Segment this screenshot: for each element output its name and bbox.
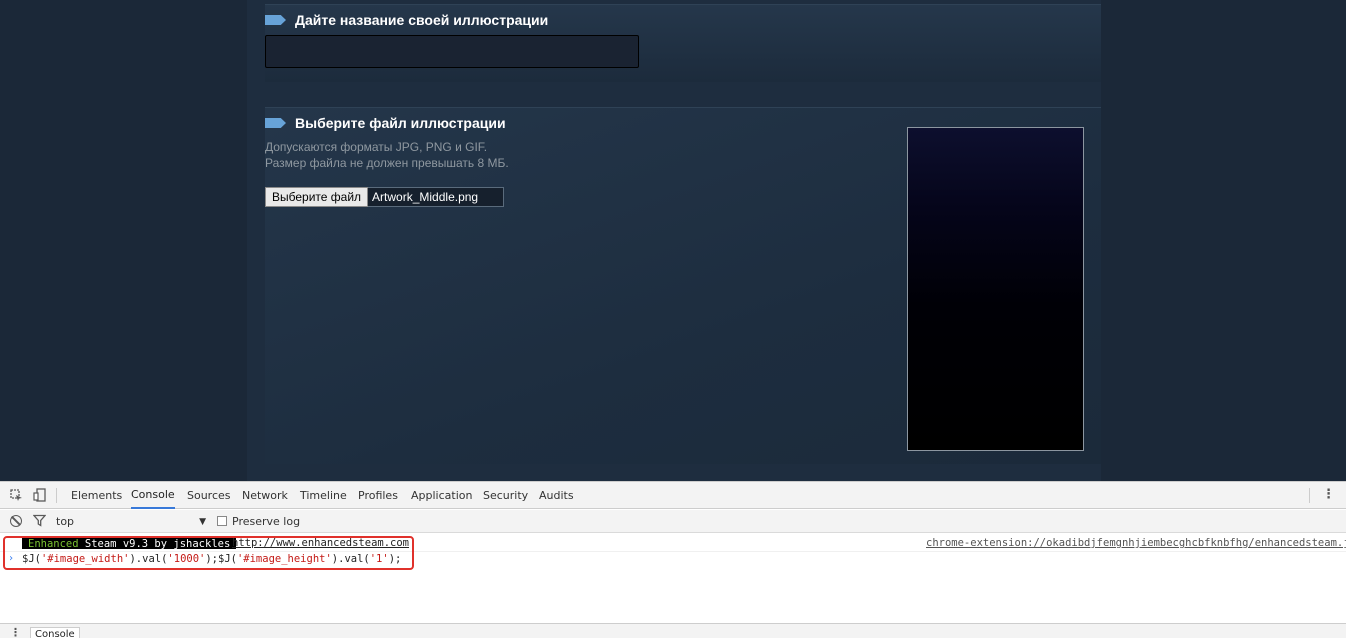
log-source-link[interactable]: chrome-extension://okadibdjfemgnhjiembec… [926, 537, 1346, 549]
tab-application[interactable]: Application [411, 482, 472, 509]
tab-timeline[interactable]: Timeline [300, 482, 347, 509]
console-output: Enhanced Steam v9.3 by jshackles http://… [0, 534, 1346, 622]
tab-sources[interactable]: Sources [187, 482, 231, 509]
console-filter-bar: top ▼ Preserve log [0, 510, 1346, 533]
tab-security[interactable]: Security [483, 482, 528, 509]
file-section: Выберите файл иллюстрации Допускаются фо… [265, 107, 1101, 464]
tab-network[interactable]: Network [242, 482, 288, 509]
name-section-title-text: Дайте название своей иллюстрации [295, 12, 549, 28]
devtools-panel: Elements Console Sources Network Timelin… [0, 481, 1346, 638]
dropdown-arrow-icon: ▼ [199, 516, 206, 527]
devtools-tabbar: Elements Console Sources Network Timelin… [0, 482, 1346, 509]
more-options-icon[interactable]: ⋮ [1322, 487, 1335, 502]
file-format-hint: Допускаются форматы JPG, PNG и GIF. [265, 140, 488, 154]
artwork-preview [907, 127, 1084, 451]
chosen-file-name: Artwork_Middle.png [368, 187, 505, 207]
file-section-title: Выберите файл иллюстрации [265, 115, 506, 131]
name-section-title: Дайте название своей иллюстрации [265, 12, 548, 28]
tag-icon [265, 118, 286, 128]
preserve-log-label: Preserve log [232, 515, 301, 528]
tab-console[interactable]: Console [131, 482, 175, 509]
clear-console-icon[interactable] [10, 515, 22, 527]
filter-icon[interactable] [32, 514, 47, 530]
inspect-element-icon[interactable] [9, 488, 23, 502]
preserve-log-checkbox[interactable] [217, 516, 227, 526]
tab-elements[interactable]: Elements [71, 482, 122, 509]
context-value: top [56, 515, 75, 528]
toolbar-divider [1309, 488, 1310, 503]
choose-file-button[interactable]: Выберите файл [265, 187, 369, 207]
drawer-tab-console[interactable]: Console [30, 627, 80, 638]
red-highlight-annotation [3, 536, 414, 570]
context-selector[interactable]: top ▼ [56, 513, 206, 530]
toolbar-divider [56, 488, 57, 503]
file-picker: Выберите файл Artwork_Middle.png [265, 187, 505, 207]
steam-upload-page: Дайте название своей иллюстрации Выберит… [0, 0, 1346, 481]
drawer-menu-icon[interactable]: ⋮ [10, 626, 21, 638]
devtools-drawer: ⋮ Console [0, 623, 1346, 638]
file-size-hint: Размер файла не должен превышать 8 МБ. [265, 156, 509, 170]
device-toolbar-icon[interactable] [32, 488, 46, 502]
tab-audits[interactable]: Audits [539, 482, 574, 509]
tab-profiles[interactable]: Profiles [358, 482, 398, 509]
file-section-title-text: Выберите файл иллюстрации [295, 115, 506, 131]
tag-icon [265, 15, 286, 25]
name-section: Дайте название своей иллюстрации [265, 4, 1101, 82]
artwork-title-input[interactable] [265, 35, 639, 68]
